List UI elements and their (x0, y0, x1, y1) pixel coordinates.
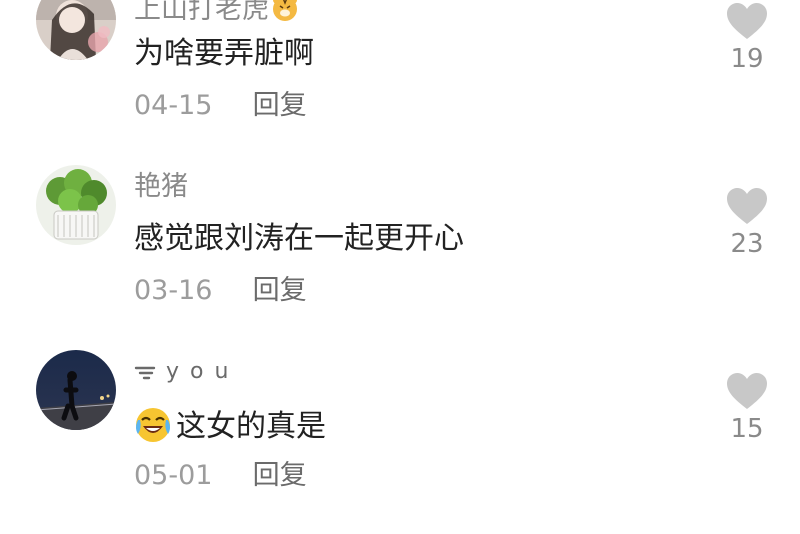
comment-text: 为啥要弄脏啊 (134, 36, 314, 71)
comment-text: 感觉跟刘涛在一起更开心 (134, 221, 464, 256)
crying-laughing-emoji-icon (134, 406, 172, 444)
comment-meta: 03-16 回复 (134, 275, 307, 307)
comment-text: 这女的真是 (134, 406, 326, 445)
like-button[interactable]: 23 (718, 187, 776, 259)
like-count: 23 (730, 229, 764, 259)
comment-item: 上山打老虎 为啥要弄脏啊 04-15 回复 19 (0, 0, 800, 160)
comment-date: 05-01 (134, 460, 213, 491)
heart-icon[interactable] (726, 2, 768, 40)
comment-date: 04-15 (134, 90, 213, 121)
avatar[interactable] (36, 350, 116, 430)
like-count: 15 (730, 414, 764, 444)
avatar[interactable] (36, 0, 116, 60)
avatar[interactable] (36, 165, 116, 245)
comment-item: 艳猪 感觉跟刘涛在一起更开心 03-16 回复 23 (0, 165, 800, 345)
comment-item: y o u 这女的真是 05-01 回复 15 (0, 350, 800, 530)
wifi-signal-icon (134, 357, 160, 380)
like-button[interactable]: 15 (718, 372, 776, 444)
reply-button[interactable]: 回复 (253, 460, 307, 491)
like-count: 19 (730, 44, 764, 74)
comment-meta: 05-01 回复 (134, 460, 307, 492)
reply-button[interactable]: 回复 (253, 275, 307, 306)
username[interactable]: 艳猪 (134, 171, 188, 203)
comment-meta: 04-15 回复 (134, 90, 307, 122)
heart-icon[interactable] (726, 187, 768, 225)
reply-button[interactable]: 回复 (253, 90, 307, 121)
heart-icon[interactable] (726, 372, 768, 410)
username[interactable]: 上山打老虎 (134, 0, 299, 26)
username[interactable]: y o u (134, 354, 230, 388)
tiger-emoji-icon (271, 0, 299, 22)
comment-list: 上山打老虎 为啥要弄脏啊 04-15 回复 19 艳猪 感觉跟刘涛在一起更开心 … (0, 0, 800, 534)
like-button[interactable]: 19 (718, 2, 776, 74)
comment-date: 03-16 (134, 275, 213, 306)
